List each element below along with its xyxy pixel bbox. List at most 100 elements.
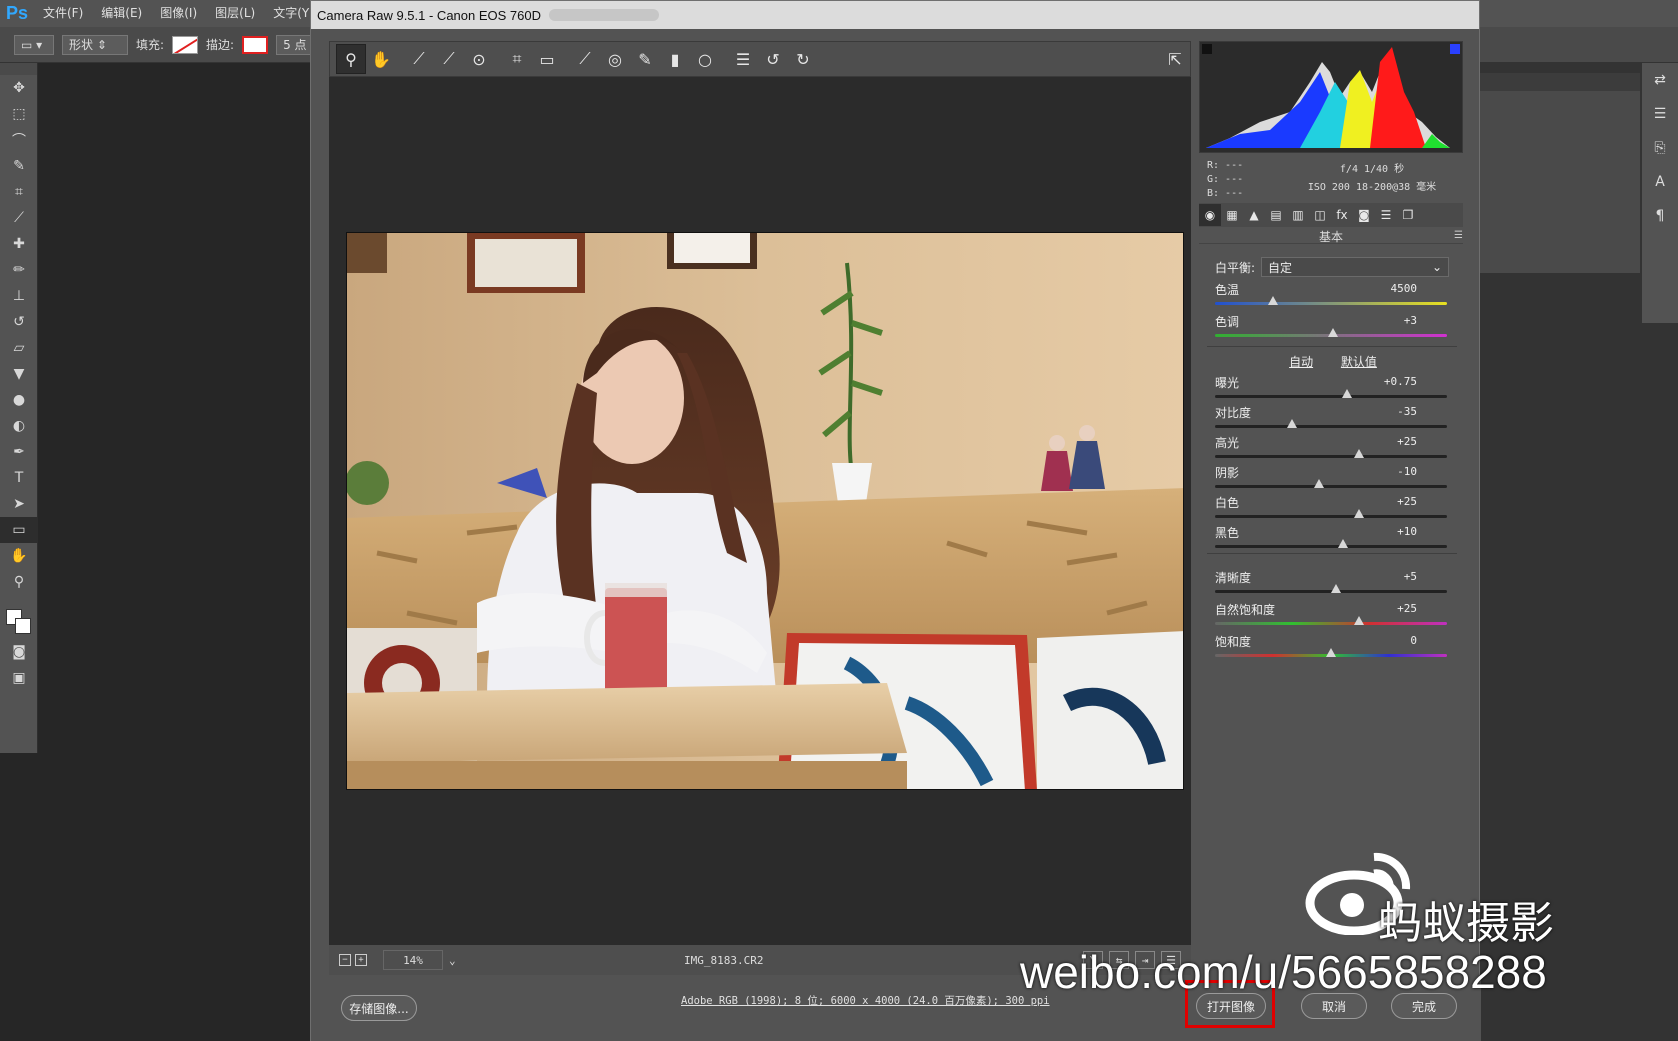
color-swatches[interactable] (0, 605, 38, 639)
slider-value[interactable]: +10 (1397, 525, 1417, 538)
stamp-icon[interactable]: ⊥ (0, 283, 38, 309)
zoom-icon[interactable]: ⚲ (336, 44, 366, 74)
brush-icon[interactable]: ✏ (0, 257, 38, 283)
zoom-in-button[interactable]: + (355, 954, 367, 966)
swap-icon[interactable]: ⇆ (1109, 951, 1129, 969)
zoom-out-button[interactable]: − (339, 954, 351, 966)
slider-thumb[interactable] (1337, 539, 1348, 548)
paragraph-icon[interactable]: ¶ (1642, 199, 1678, 233)
quick-select-icon[interactable]: ✎ (0, 153, 38, 179)
rectangle-icon[interactable]: ▭ (0, 517, 38, 543)
preview-settings-icon[interactable]: ☰ (1161, 951, 1181, 969)
healing-icon[interactable]: ✚ (0, 231, 38, 257)
dialog-titlebar[interactable]: Camera Raw 9.5.1 - Canon EOS 760D (311, 1, 1479, 29)
stroke-swatch[interactable] (242, 35, 269, 54)
shape-mode-select[interactable]: 形状 ⇕ (62, 34, 128, 55)
path-select-icon[interactable]: ➤ (0, 491, 38, 517)
slider-value[interactable]: +25 (1397, 495, 1417, 508)
tab-presets[interactable]: ☰ (1375, 204, 1397, 226)
slider-value[interactable]: 0 (1410, 634, 1417, 647)
character-icon[interactable]: A (1642, 165, 1678, 199)
panel-menu-icon[interactable]: ☰ (1454, 230, 1463, 241)
slider-track[interactable] (1215, 302, 1447, 305)
slider-thumb[interactable] (1268, 296, 1278, 305)
zoom-level-select[interactable]: 14% (383, 950, 443, 970)
dodge-icon[interactable]: ◐ (0, 413, 38, 439)
white-balance-icon[interactable]: ⟋ (404, 44, 434, 74)
pen-icon[interactable]: ✒ (0, 439, 38, 465)
rotate-left-icon[interactable]: ↺ (758, 44, 788, 74)
before-after-button[interactable]: Y (1083, 951, 1103, 969)
slider-value[interactable]: 4500 (1391, 282, 1418, 295)
quick-mask-icon[interactable]: ◙ (0, 639, 38, 665)
spot-removal-icon[interactable]: ⟋ (570, 44, 600, 74)
menu-file[interactable]: 文件(F) (34, 0, 92, 27)
fullscreen-icon[interactable]: ⇱ (1160, 44, 1190, 74)
copy-settings-icon[interactable]: ⇥ (1135, 951, 1155, 969)
clone-source-icon[interactable]: ⎘ (1642, 131, 1678, 165)
slider-thumb[interactable] (1342, 389, 1353, 398)
workflow-options-link[interactable]: Adobe RGB (1998); 8 位; 6000 x 4000 (24.0… (681, 993, 1050, 1008)
properties-icon[interactable]: ☰ (1642, 97, 1678, 131)
screen-mode-icon[interactable]: ▣ (0, 665, 38, 691)
menu-image[interactable]: 图像(I) (151, 0, 206, 27)
slider-track[interactable] (1215, 515, 1447, 518)
menu-edit[interactable]: 编辑(E) (92, 0, 151, 27)
panel-header[interactable] (1478, 73, 1640, 91)
slider-value[interactable]: +25 (1397, 602, 1417, 615)
image-preview[interactable] (329, 77, 1191, 945)
tab-camera-calibration[interactable]: ◙ (1353, 204, 1375, 226)
auto-link[interactable]: 自动 (1289, 355, 1313, 369)
slider-value[interactable]: +5 (1404, 570, 1417, 583)
eyedropper-icon[interactable]: ⟋ (0, 205, 38, 231)
eraser-icon[interactable]: ▱ (0, 335, 38, 361)
preferences-icon[interactable]: ☰ (728, 44, 758, 74)
slider-thumb[interactable] (1326, 648, 1336, 657)
default-link[interactable]: 默认值 (1341, 355, 1377, 369)
tab-tone-curve[interactable]: ▦ (1221, 204, 1243, 226)
cancel-button[interactable]: 取消 (1301, 993, 1367, 1019)
targeted-adjust-icon[interactable]: ⊙ (464, 44, 494, 74)
color-sampler-icon[interactable]: ⟋ (434, 44, 464, 74)
history-brush-icon[interactable]: ↺ (0, 309, 38, 335)
tab-lens[interactable]: ◫ (1309, 204, 1331, 226)
history-icon[interactable]: ⇄ (1642, 63, 1678, 97)
type-icon[interactable]: T (0, 465, 38, 491)
hand-icon[interactable]: ✋ (366, 44, 396, 74)
slider-value[interactable]: +3 (1404, 314, 1417, 327)
tab-split-toning[interactable]: ▥ (1287, 204, 1309, 226)
bucket-icon[interactable]: ▼ (0, 361, 38, 387)
slider-thumb[interactable] (1314, 479, 1325, 488)
tab-basic[interactable]: ◉ (1199, 204, 1221, 226)
slider-track[interactable] (1215, 455, 1447, 458)
marquee-icon[interactable]: ⬚ (0, 101, 38, 127)
slider-thumb[interactable] (1330, 584, 1341, 593)
tab-snapshots[interactable]: ❐ (1397, 204, 1419, 226)
hand-icon[interactable]: ✋ (0, 543, 38, 569)
crop-icon[interactable]: ⌗ (502, 44, 532, 74)
slider-thumb[interactable] (1353, 616, 1364, 625)
slider-track[interactable] (1215, 622, 1447, 625)
save-image-button[interactable]: 存储图像... (341, 995, 417, 1021)
radial-filter-icon[interactable]: ○ (690, 44, 720, 74)
slider-track[interactable] (1215, 545, 1447, 548)
straighten-icon[interactable]: ▭ (532, 44, 562, 74)
red-eye-icon[interactable]: ◎ (600, 44, 630, 74)
adjustment-brush-icon[interactable]: ✎ (630, 44, 660, 74)
move-icon[interactable]: ✥ (0, 75, 38, 101)
tools-panel-header[interactable] (0, 63, 37, 75)
menu-layer[interactable]: 图层(L) (206, 0, 264, 27)
fill-swatch[interactable] (172, 35, 199, 54)
done-button[interactable]: 完成 (1391, 993, 1457, 1019)
slider-track[interactable] (1215, 395, 1447, 398)
slider-thumb[interactable] (1328, 328, 1339, 337)
slider-value[interactable]: -35 (1397, 405, 1417, 418)
slider-thumb[interactable] (1353, 449, 1364, 458)
lasso-icon[interactable]: ⌒ (0, 127, 38, 153)
slider-value[interactable]: -10 (1397, 465, 1417, 478)
graduated-filter-icon[interactable]: ▮ (660, 44, 690, 74)
tab-detail[interactable]: ▲ (1243, 204, 1265, 226)
slider-thumb[interactable] (1286, 419, 1297, 428)
blur-icon[interactable]: ● (0, 387, 38, 413)
slider-value[interactable]: +0.75 (1384, 375, 1417, 388)
